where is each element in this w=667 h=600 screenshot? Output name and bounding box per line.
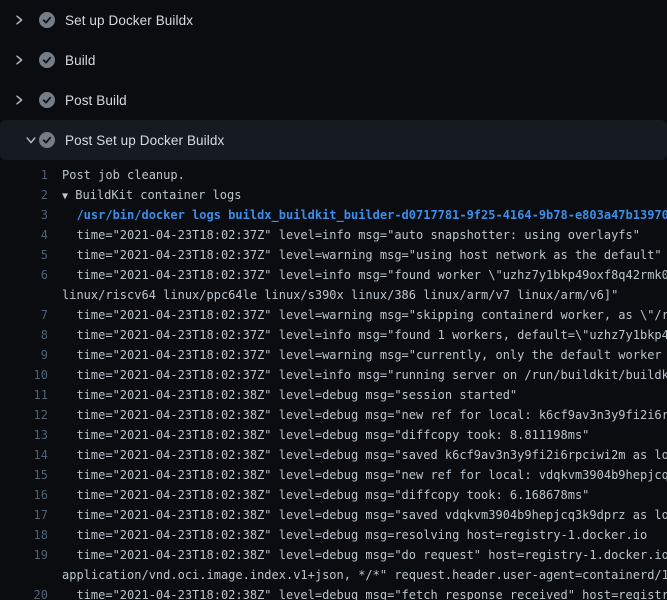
log-row-continuation: application/vnd.oci.image.index.v1+json,…	[0, 565, 667, 585]
log-text: time="2021-04-23T18:02:38Z" level=debug …	[62, 545, 667, 565]
line-number-link[interactable]: 17	[0, 505, 48, 525]
log-row: 7 time="2021-04-23T18:02:37Z" level=warn…	[0, 305, 667, 325]
log-row: 15 time="2021-04-23T18:02:38Z" level=deb…	[0, 465, 667, 485]
actions-log-viewer: Set up Docker Buildx Build Post Build Post …	[0, 0, 667, 600]
log-area: 1 Post job cleanup. 2 ▼ BuildKit container …	[0, 160, 667, 600]
check-circle-icon	[39, 12, 55, 28]
log-text: time="2021-04-23T18:02:37Z" level=info m…	[62, 365, 667, 385]
log-text: Post job cleanup.	[62, 165, 667, 185]
line-number-link[interactable]: 1	[0, 165, 48, 185]
line-number-link[interactable]: 3	[0, 205, 48, 225]
log-row: 9 time="2021-04-23T18:02:37Z" level=warn…	[0, 345, 667, 365]
log-row: 19 time="2021-04-23T18:02:38Z" level=deb…	[0, 545, 667, 565]
log-text: time="2021-04-23T18:02:38Z" level=debug …	[62, 405, 667, 425]
line-number-link[interactable]: 20	[0, 585, 48, 600]
log-command-text: /usr/bin/docker logs buildx_buildkit_bui…	[62, 205, 667, 225]
step-label: Build	[65, 53, 96, 68]
log-row: 3 /usr/bin/docker logs buildx_buildkit_b…	[0, 205, 667, 225]
log-group-toggle[interactable]: ▼ BuildKit container logs	[62, 185, 667, 205]
steps-list: Set up Docker Buildx Build Post Build Post …	[0, 0, 667, 160]
log-text: time="2021-04-23T18:02:37Z" level=info m…	[62, 265, 667, 285]
line-number-link[interactable]: 16	[0, 485, 48, 505]
log-row-continuation: linux/riscv64 linux/ppc64le linux/s390x …	[0, 285, 667, 305]
log-text: application/vnd.oci.image.index.v1+json,…	[62, 565, 667, 585]
check-circle-icon	[39, 92, 55, 108]
chevron-down-icon	[12, 133, 26, 147]
log-row: 5 time="2021-04-23T18:02:37Z" level=warn…	[0, 245, 667, 265]
log-row: 17 time="2021-04-23T18:02:38Z" level=deb…	[0, 505, 667, 525]
log-text: time="2021-04-23T18:02:37Z" level=warnin…	[62, 245, 667, 265]
log-row: 8 time="2021-04-23T18:02:37Z" level=info…	[0, 325, 667, 345]
log-row: 18 time="2021-04-23T18:02:38Z" level=deb…	[0, 525, 667, 545]
log-row: 4 time="2021-04-23T18:02:37Z" level=info…	[0, 225, 667, 245]
step-row-set-up-docker-buildx[interactable]: Set up Docker Buildx	[0, 0, 667, 40]
log-row: 6 time="2021-04-23T18:02:37Z" level=info…	[0, 265, 667, 285]
line-number-link[interactable]: 19	[0, 545, 48, 565]
log-text: time="2021-04-23T18:02:38Z" level=debug …	[62, 585, 667, 600]
step-row-post-set-up-docker-buildx[interactable]: Post Set up Docker Buildx	[0, 120, 667, 160]
log-text: time="2021-04-23T18:02:37Z" level=warnin…	[62, 305, 667, 325]
line-number-link[interactable]: 4	[0, 225, 48, 245]
step-label: Post Build	[65, 93, 127, 108]
line-number-link	[0, 565, 48, 585]
log-row: 10 time="2021-04-23T18:02:37Z" level=inf…	[0, 365, 667, 385]
log-text: time="2021-04-23T18:02:38Z" level=debug …	[62, 525, 667, 545]
line-number-link[interactable]: 12	[0, 405, 48, 425]
log-row: 11 time="2021-04-23T18:02:38Z" level=deb…	[0, 385, 667, 405]
log-text: time="2021-04-23T18:02:38Z" level=debug …	[62, 425, 667, 445]
check-circle-icon	[39, 132, 55, 148]
step-row-build[interactable]: Build	[0, 40, 667, 80]
log-text: time="2021-04-23T18:02:37Z" level=warnin…	[62, 345, 667, 365]
line-number-link[interactable]: 18	[0, 525, 48, 545]
line-number-link[interactable]: 7	[0, 305, 48, 325]
log-row: 16 time="2021-04-23T18:02:38Z" level=deb…	[0, 485, 667, 505]
log-text: time="2021-04-23T18:02:38Z" level=debug …	[62, 485, 667, 505]
log-row: 2 ▼ BuildKit container logs	[0, 185, 667, 205]
log-text: time="2021-04-23T18:02:37Z" level=info m…	[62, 325, 667, 345]
line-number-link[interactable]: 9	[0, 345, 48, 365]
log-text: linux/riscv64 linux/ppc64le linux/s390x …	[62, 285, 667, 305]
chevron-right-icon	[12, 13, 26, 27]
line-number-link[interactable]: 2	[0, 185, 48, 205]
log-row: 13 time="2021-04-23T18:02:38Z" level=deb…	[0, 425, 667, 445]
line-number-link[interactable]: 10	[0, 365, 48, 385]
check-circle-icon	[39, 52, 55, 68]
step-row-post-build[interactable]: Post Build	[0, 80, 667, 120]
chevron-right-icon	[12, 93, 26, 107]
log-text: time="2021-04-23T18:02:37Z" level=info m…	[62, 225, 667, 245]
log-row: 20 time="2021-04-23T18:02:38Z" level=deb…	[0, 585, 667, 600]
line-number-link[interactable]: 15	[0, 465, 48, 485]
log-text: time="2021-04-23T18:02:38Z" level=debug …	[62, 445, 667, 465]
log-row: 12 time="2021-04-23T18:02:38Z" level=deb…	[0, 405, 667, 425]
line-number-link[interactable]: 6	[0, 265, 48, 285]
chevron-right-icon	[12, 53, 26, 67]
log-text: time="2021-04-23T18:02:38Z" level=debug …	[62, 505, 667, 525]
log-row: 1 Post job cleanup.	[0, 165, 667, 185]
group-title: BuildKit container logs	[68, 188, 241, 202]
line-number-link[interactable]: 13	[0, 425, 48, 445]
log-text: time="2021-04-23T18:02:38Z" level=debug …	[62, 385, 667, 405]
step-label: Set up Docker Buildx	[65, 13, 193, 28]
step-label: Post Set up Docker Buildx	[65, 133, 224, 148]
line-number-link[interactable]: 11	[0, 385, 48, 405]
line-number-link[interactable]: 5	[0, 245, 48, 265]
line-number-link[interactable]: 8	[0, 325, 48, 345]
line-number-link	[0, 285, 48, 305]
log-row: 14 time="2021-04-23T18:02:38Z" level=deb…	[0, 445, 667, 465]
log-text: time="2021-04-23T18:02:38Z" level=debug …	[62, 465, 667, 485]
line-number-link[interactable]: 14	[0, 445, 48, 465]
